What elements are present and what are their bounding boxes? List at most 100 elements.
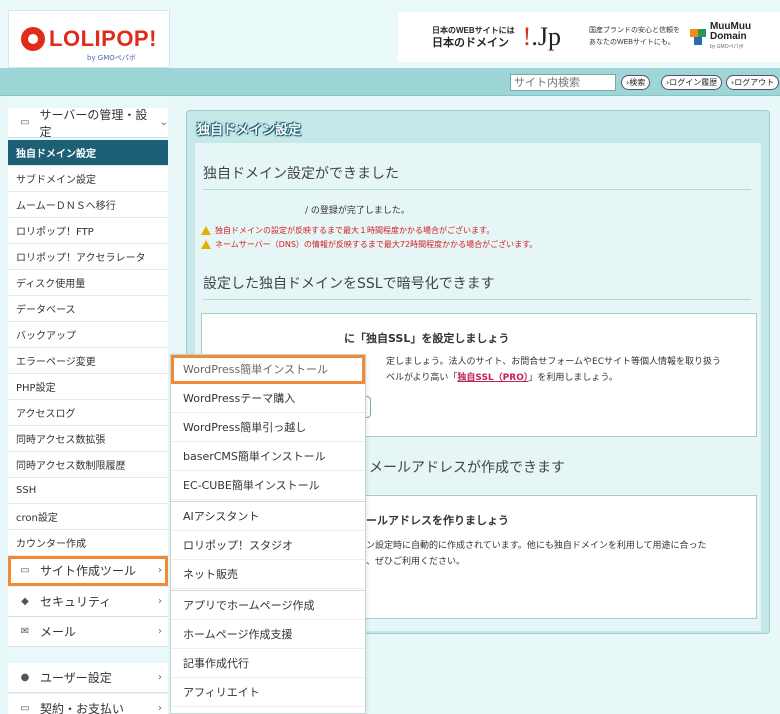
ssl-desc1: 定しましょう。法人のサイト、お問合せフォームやECサイト等個人情報を取り扱う bbox=[386, 357, 721, 367]
heading-ssl: 設定した独自ドメインをSSLで暗号化できます bbox=[203, 273, 751, 300]
menu-item-article-writing[interactable]: 記事作成代行 bbox=[171, 649, 365, 678]
jp-mark: !.Jp bbox=[523, 22, 561, 52]
sidebar-head-mail-label: メール bbox=[40, 625, 77, 639]
banner-line2: 日本のドメイン bbox=[432, 37, 509, 49]
mail-icon: ✉ bbox=[20, 626, 30, 637]
chevron-right-icon: › bbox=[158, 703, 162, 714]
mail-desc2: 、ぜひご利用ください。 bbox=[366, 557, 466, 567]
ssl-pro-link[interactable]: 独自SSL（PRO） bbox=[457, 373, 528, 383]
logout-button[interactable]: ›ログアウト bbox=[726, 75, 780, 90]
lolipop-logo[interactable]: LOLIPOP! by GMOペパボ bbox=[8, 10, 170, 68]
menu-item-ai-assistant[interactable]: AIアシスタント bbox=[171, 502, 365, 531]
menu-item-wordpress-theme[interactable]: WordPressテーマ購入 bbox=[171, 384, 365, 413]
sidebar-item-subdomain[interactable]: サブドメイン設定 bbox=[8, 166, 168, 192]
warning-dns: ネームサーバー（DNS）の情報が反映するまで最大72時間程度かかる場合がございま… bbox=[201, 239, 537, 250]
panel-title: 独自ドメイン設定 bbox=[197, 123, 302, 138]
sidebar-item-ftp[interactable]: ロリポップ！FTP bbox=[8, 218, 168, 244]
banner-lines: 日本のWEBサイトには 日本のドメイン bbox=[432, 24, 515, 50]
warning-dns-text: ネームサーバー（DNS）の情報が反映するまで最大72時間程度かかる場合がございま… bbox=[215, 240, 538, 249]
jp-domain-banner[interactable]: 日本のWEBサイトには 日本のドメイン !.Jp 国産ブランドの安心と信頼を あ… bbox=[398, 12, 780, 62]
sidebar-head-user-label: ユーザー設定 bbox=[40, 671, 112, 685]
jp-text: .Jp bbox=[531, 22, 561, 51]
warning-domain: 独自ドメインの設定が反映するまで最大１時間程度かかる場合がございます。 bbox=[201, 225, 494, 236]
banner-line1: 日本のWEBサイトには bbox=[432, 26, 515, 35]
banner-right2: あなたのWEBサイトにも。 bbox=[588, 39, 675, 46]
menu-item-wordpress-install[interactable]: WordPress簡単インストール bbox=[171, 355, 365, 384]
chevron-down-icon: ⌄ bbox=[159, 117, 168, 128]
sidebar-head-billing-label: 契約・お支払い bbox=[40, 702, 125, 714]
sidebar-head-security[interactable]: ◆ セキュリティ › bbox=[8, 587, 168, 617]
ssl-desc2-pre: ベルがより高い「 bbox=[386, 373, 458, 383]
ssl-desc2: ベルがより高い「独自SSL（PRO）」を利用しましょう。 bbox=[386, 370, 618, 383]
ssl-desc2-post: 」を利用しましょう。 bbox=[528, 373, 618, 383]
menu-item-eccube[interactable]: EC-CUBE簡単インストール bbox=[171, 471, 365, 500]
mm-line2: Domain bbox=[709, 31, 747, 42]
heading-mail: メールアドレスが作成できます bbox=[369, 460, 565, 476]
chevron-right-icon: › bbox=[158, 626, 162, 637]
menu-item-basercms[interactable]: baserCMS簡単インストール bbox=[171, 442, 365, 471]
sidebar-item-concurrent-history[interactable]: 同時アクセス数制限履歴 bbox=[8, 452, 168, 478]
user-icon: ● bbox=[20, 672, 30, 683]
menu-item-affiliate[interactable]: アフィリエイト bbox=[171, 678, 365, 707]
registration-done-text: / の登録が完了しました。 bbox=[305, 206, 410, 216]
mail-desc1: ン設定時に自動的に作成されています。他にも独自ドメインを利用して用途に合った bbox=[366, 541, 707, 551]
ssl-title: に「独自SSL」を設定しましょう bbox=[344, 332, 510, 345]
warning-icon bbox=[201, 240, 211, 249]
banner-right1: 国産ブランドの安心と信頼を bbox=[588, 27, 680, 34]
sidebar-head-security-label: セキュリティ bbox=[40, 595, 112, 609]
menu-item-studio[interactable]: ロリポップ！スタジオ bbox=[171, 531, 365, 560]
search-button-label: 検索 bbox=[629, 78, 646, 87]
sidebar-head-billing[interactable]: ▭ 契約・お支払い › bbox=[8, 694, 168, 714]
warning-icon bbox=[201, 226, 211, 235]
site-search-input[interactable] bbox=[510, 74, 616, 91]
header: LOLIPOP! by GMOペパボ 日本のWEBサイトには 日本のドメイン !… bbox=[0, 0, 780, 68]
warning-domain-text: 独自ドメインの設定が反映するまで最大１時間程度かかる場合がございます。 bbox=[215, 226, 495, 235]
sidebar-item-accelerator[interactable]: ロリポップ！アクセラレータ bbox=[8, 244, 168, 270]
sidebar-item-php[interactable]: PHP設定 bbox=[8, 374, 168, 400]
chevron-right-icon: › bbox=[158, 565, 162, 576]
banner-right: 国産ブランドの安心と信頼を あなたのWEBサイトにも。 bbox=[589, 25, 680, 49]
sidebar-item-error-page[interactable]: エラーページ変更 bbox=[8, 348, 168, 374]
menu-item-net-sales[interactable]: ネット販売 bbox=[171, 560, 365, 589]
menu-item-wordpress-move[interactable]: WordPress簡単引っ越し bbox=[171, 413, 365, 442]
login-history-button[interactable]: ›ログイン履歴 bbox=[661, 75, 723, 90]
lolipop-logo-mark bbox=[21, 27, 46, 51]
monitor-icon: ▭ bbox=[20, 565, 30, 576]
banner-left: 日本のWEBサイトには 日本のドメイン !.Jp bbox=[398, 22, 561, 52]
menu-item-homepage-support[interactable]: ホームページ作成支援 bbox=[171, 620, 365, 649]
logout-label: ログアウト bbox=[734, 78, 775, 87]
sidebar-item-concurrent-expand[interactable]: 同時アクセス数拡張 bbox=[8, 426, 168, 452]
sidebar-head-mail[interactable]: ✉ メール › bbox=[8, 617, 168, 647]
site-tools-flyout-menu: WordPress簡単インストール WordPressテーマ購入 WordPre… bbox=[170, 354, 366, 714]
sidebar-head-site-tools-label: サイト作成ツール bbox=[40, 564, 137, 578]
sidebar-item-disk[interactable]: ディスク使用量 bbox=[8, 270, 168, 296]
sidebar-head-user[interactable]: ● ユーザー設定 › bbox=[8, 663, 168, 693]
heading-domain-done: 独自ドメイン設定ができました bbox=[203, 163, 751, 190]
shield-icon: ◆ bbox=[21, 596, 29, 607]
sidebar-item-database[interactable]: データベース bbox=[8, 296, 168, 322]
sidebar-item-ssh[interactable]: SSH bbox=[8, 478, 168, 504]
sidebar-item-dns[interactable]: ムームーＤＮＳへ移行 bbox=[8, 192, 168, 218]
sidebar-item-domain[interactable]: 独自ドメイン設定 bbox=[8, 140, 168, 166]
sidebar-item-counter[interactable]: カウンター作成 bbox=[8, 530, 168, 556]
search-button[interactable]: ›検索 bbox=[621, 75, 651, 90]
sidebar-item-access-log[interactable]: アクセスログ bbox=[8, 400, 168, 426]
muumuu-icon bbox=[689, 29, 706, 45]
mail-title: ールアドレスを作りましょう bbox=[366, 514, 509, 527]
ssl-setup-button[interactable] bbox=[366, 396, 371, 418]
muumuu-logo: MuuMuu Domain by GMOペパボ bbox=[689, 22, 751, 52]
sidebar-item-backup[interactable]: バックアップ bbox=[8, 322, 168, 348]
sidebar: ▭ サーバーの管理・設定 ⌄ 独自ドメイン設定 サブドメイン設定 ムームーＤＮＳ… bbox=[8, 96, 168, 714]
billing-icon: ▭ bbox=[20, 703, 30, 714]
sidebar-item-cron[interactable]: cron設定 bbox=[8, 504, 168, 530]
logo-text: LOLIPOP! bbox=[49, 26, 157, 51]
sidebar-head-site-tools[interactable]: ▭ サイト作成ツール › bbox=[8, 556, 168, 586]
chevron-right-icon: › bbox=[158, 596, 162, 607]
muumuu-text: MuuMuu Domain by GMOペパボ bbox=[710, 22, 751, 52]
logo-sub: by GMOペパボ bbox=[87, 54, 136, 62]
menu-item-app-homepage[interactable]: アプリでホームページ作成 bbox=[171, 591, 365, 620]
top-toolbar: ›検索 ›ログイン履歴 ›ログアウト bbox=[0, 68, 780, 96]
chevron-right-icon: › bbox=[158, 672, 162, 683]
sidebar-head-server[interactable]: ▭ サーバーの管理・設定 ⌄ bbox=[8, 108, 168, 139]
mm-line3: by GMOペパボ bbox=[709, 44, 744, 50]
